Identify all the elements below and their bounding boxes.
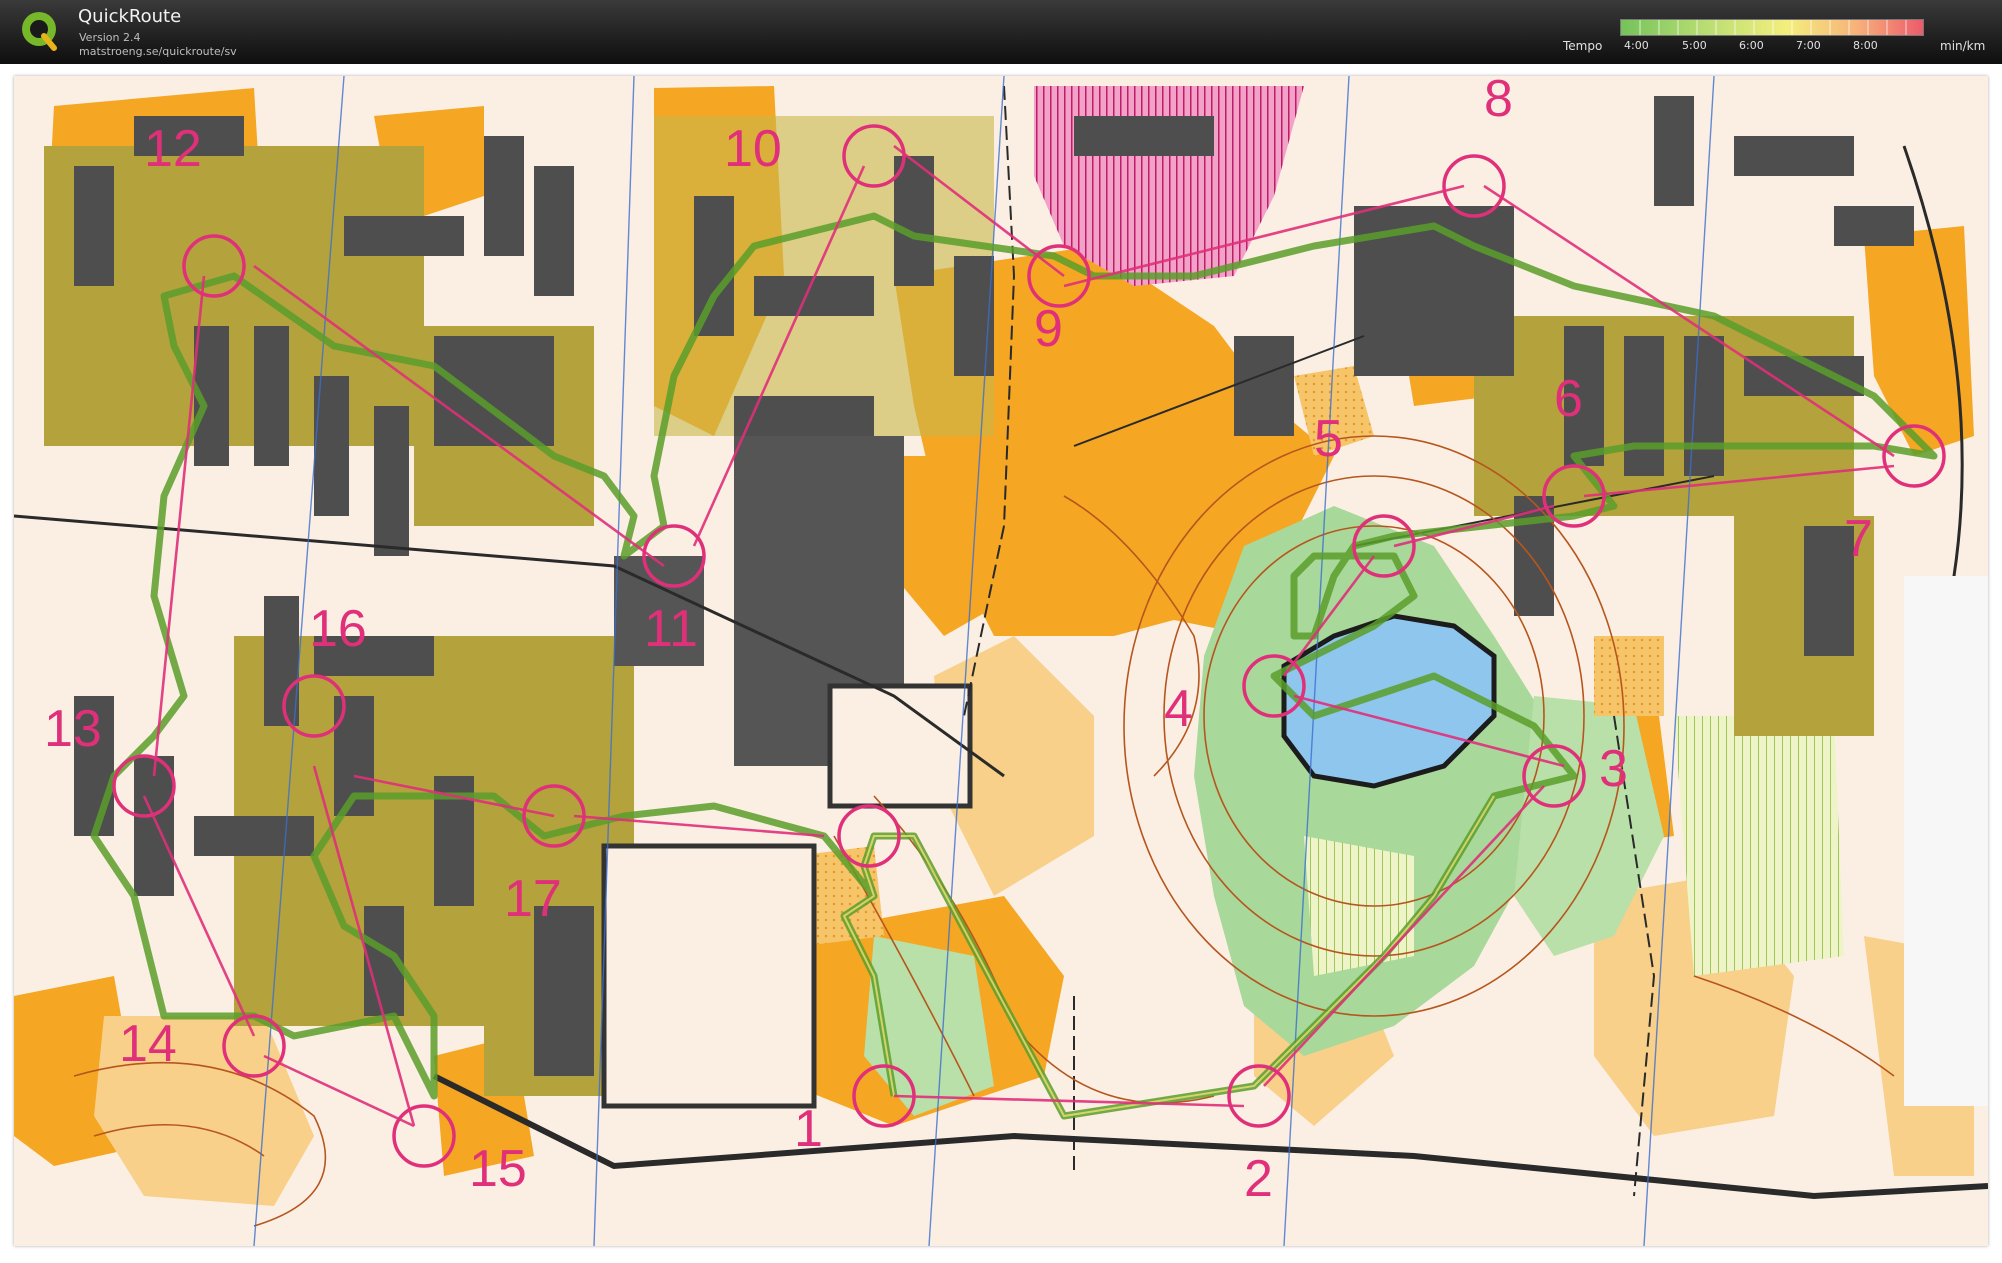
control-label: 2 (1244, 1150, 1273, 1208)
control-label: 11 (644, 600, 698, 658)
control-label: 17 (504, 870, 562, 928)
control-label: 12 (144, 120, 202, 178)
tempo-tick: 8:00 (1853, 39, 1878, 52)
control-label: 10 (724, 120, 782, 178)
control-label: 7 (1844, 510, 1873, 568)
app-name: QuickRoute (78, 6, 182, 27)
control-label: 5 (1314, 410, 1343, 468)
control-label: 6 (1554, 370, 1583, 428)
orienteering-map[interactable]: 1 2 3 4 5 6 7 8 9 10 11 12 13 14 15 16 1… (14, 76, 1988, 1246)
control-label: 3 (1599, 740, 1628, 798)
urban-area (1904, 576, 1988, 1106)
title-bar: QuickRoute Version 2.4 matstroeng.se/qui… (0, 0, 2002, 64)
control-label: 13 (44, 700, 102, 758)
control-label: 15 (469, 1140, 527, 1198)
tempo-tick: 6:00 (1739, 39, 1764, 52)
control-label: 1 (794, 1100, 823, 1158)
tempo-tick: 7:00 (1796, 39, 1821, 52)
control-label: 14 (119, 1015, 177, 1073)
app-url[interactable]: matstroeng.se/quickroute/sv (79, 45, 237, 58)
tempo-tick: 5:00 (1682, 39, 1707, 52)
tempo-unit: min/km (1940, 39, 1986, 53)
control-label: 4 (1164, 680, 1193, 738)
app-version: Version 2.4 (79, 31, 141, 44)
quickroute-logo-icon (22, 12, 57, 51)
tempo-tick: 4:00 (1624, 39, 1649, 52)
tempo-legend-title: Tempo (1563, 39, 1603, 53)
tempo-color-scale (1620, 19, 1924, 36)
control-label: 16 (309, 600, 367, 658)
control-label: 8 (1484, 76, 1513, 128)
control-label: 9 (1034, 300, 1063, 358)
